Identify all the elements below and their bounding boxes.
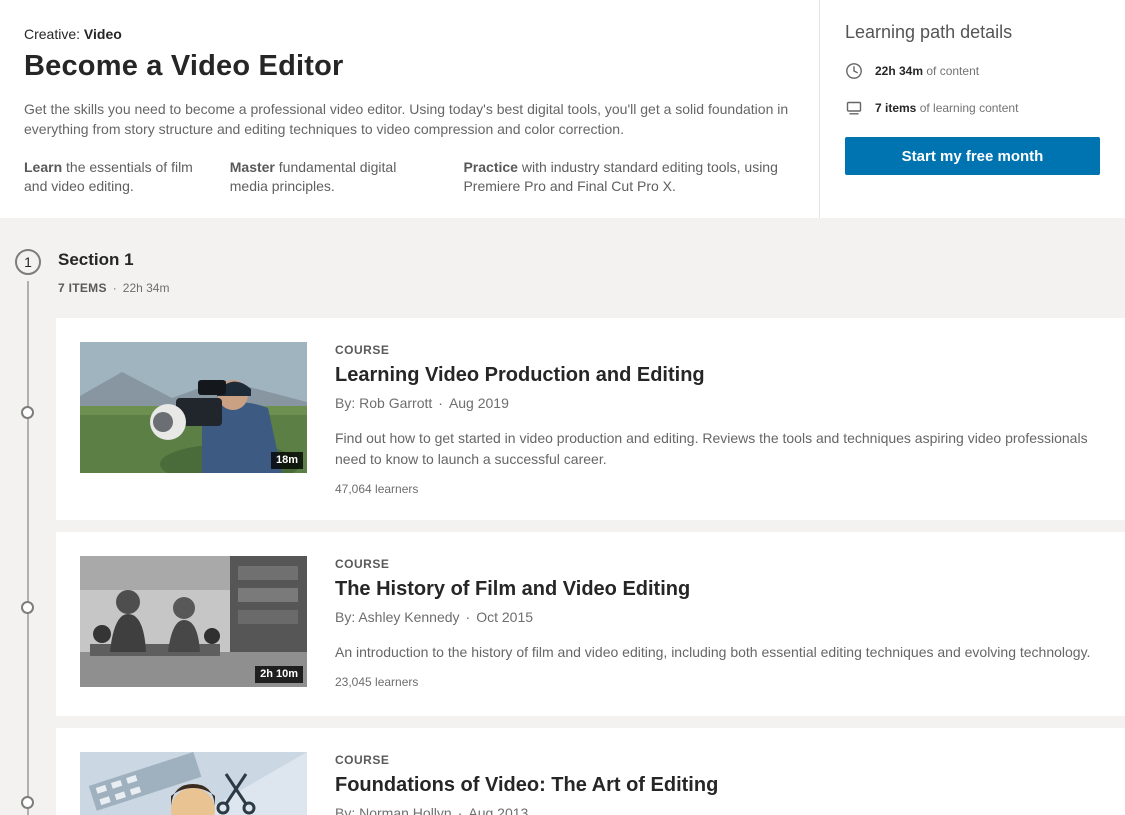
course-card: 2h 10m COURSE The History of Film and Vi… (56, 532, 1125, 716)
course-type-label: COURSE (335, 343, 1093, 357)
content-items: 7 items of learning content (875, 101, 1018, 115)
breadcrumb-category: Creative: (24, 26, 80, 42)
course-author: By: Norman Hollyn (335, 805, 452, 815)
content-duration-value: 22h 34m (875, 64, 923, 78)
course-card-body: COURSE The History of Film and Video Edi… (335, 556, 1090, 692)
section-number-badge: 1 (15, 249, 41, 275)
course-thumbnail[interactable]: 18m (80, 342, 307, 473)
course-title-link[interactable]: The History of Film and Video Editing (335, 578, 1090, 601)
separator-dot: · (113, 281, 117, 295)
highlight-lead: Learn (24, 159, 62, 175)
duration-badge: 2h 10m (255, 666, 303, 683)
highlight-lead: Master (230, 159, 275, 175)
path-description: Get the skills you need to become a prof… (24, 99, 789, 140)
content-items-value: 7 items (875, 101, 916, 115)
timeline-node (21, 796, 34, 809)
section-duration: 22h 34m (123, 281, 170, 295)
separator-dot: · (438, 395, 443, 411)
separator-dot: · (466, 609, 471, 625)
path-highlights: Learn the essentials of film and video e… (24, 158, 789, 197)
page-title: Become a Video Editor (24, 50, 789, 83)
course-card: 18m COURSE Learning Video Production and… (56, 318, 1125, 520)
breadcrumb[interactable]: Creative: Video (24, 26, 789, 42)
detail-row-duration: 22h 34m of content (845, 62, 1100, 80)
timeline-node (21, 406, 34, 419)
learning-path-details-panel: Learning path details 22h 34m of content (820, 0, 1125, 218)
course-card: COURSE Foundations of Video: The Art of … (56, 728, 1125, 815)
highlight-practice: Practice with industry standard editing … (463, 158, 789, 197)
course-learners-count: 47,064 learners (335, 482, 1093, 496)
course-date: Aug 2013 (468, 805, 528, 815)
course-byline: By: Rob Garrott · Aug 2019 (335, 395, 1093, 411)
content-stack-icon (845, 99, 863, 117)
highlight-learn: Learn the essentials of film and video e… (24, 158, 196, 197)
section-items-count: 7 ITEMS (58, 281, 107, 295)
highlight-lead: Practice (463, 159, 517, 175)
content-duration: 22h 34m of content (875, 64, 979, 78)
course-type-label: COURSE (335, 753, 718, 767)
course-thumbnail[interactable]: 2h 10m (80, 556, 307, 687)
details-panel-title: Learning path details (845, 22, 1100, 43)
highlight-master: Master fundamental digital media princip… (230, 158, 430, 197)
course-byline: By: Ashley Kennedy · Oct 2015 (335, 609, 1090, 625)
course-title-link[interactable]: Learning Video Production and Editing (335, 364, 1093, 387)
course-date: Oct 2015 (476, 609, 533, 625)
course-type-label: COURSE (335, 557, 1090, 571)
content-items-label: of learning content (916, 101, 1018, 115)
course-title-link[interactable]: Foundations of Video: The Art of Editing (335, 774, 718, 797)
separator-dot: · (458, 805, 463, 815)
timeline-node (21, 601, 34, 614)
section-meta: 7 ITEMS · 22h 34m (58, 281, 169, 295)
duration-badge: 18m (271, 452, 303, 469)
course-thumbnail[interactable] (80, 752, 307, 815)
clock-icon (845, 62, 863, 80)
course-description: Find out how to get started in video pro… (335, 428, 1093, 470)
course-card-body: COURSE Learning Video Production and Edi… (335, 342, 1093, 496)
course-learners-count: 23,045 learners (335, 675, 1090, 689)
course-date: Aug 2019 (449, 395, 509, 411)
course-list: 18m COURSE Learning Video Production and… (56, 318, 1125, 815)
section-header: Section 1 7 ITEMS · 22h 34m (58, 250, 169, 295)
timeline-line (27, 281, 29, 815)
start-free-month-button[interactable]: Start my free month (845, 137, 1100, 175)
path-header: Creative: Video Become a Video Editor Ge… (0, 0, 1125, 218)
course-author: By: Rob Garrott (335, 395, 432, 411)
course-card-body: COURSE Foundations of Video: The Art of … (335, 752, 718, 815)
section-title: Section 1 (58, 250, 169, 270)
learning-path-page: Creative: Video Become a Video Editor Ge… (0, 0, 1125, 815)
course-description: An introduction to the history of film a… (335, 642, 1090, 663)
detail-row-items: 7 items of learning content (845, 99, 1100, 117)
editing-illustration-thumbnail (80, 752, 307, 815)
course-byline: By: Norman Hollyn · Aug 2013 (335, 805, 718, 815)
breadcrumb-current[interactable]: Video (84, 26, 122, 42)
path-header-main: Creative: Video Become a Video Editor Ge… (0, 0, 820, 218)
content-duration-label: of content (923, 64, 979, 78)
course-author: By: Ashley Kennedy (335, 609, 460, 625)
